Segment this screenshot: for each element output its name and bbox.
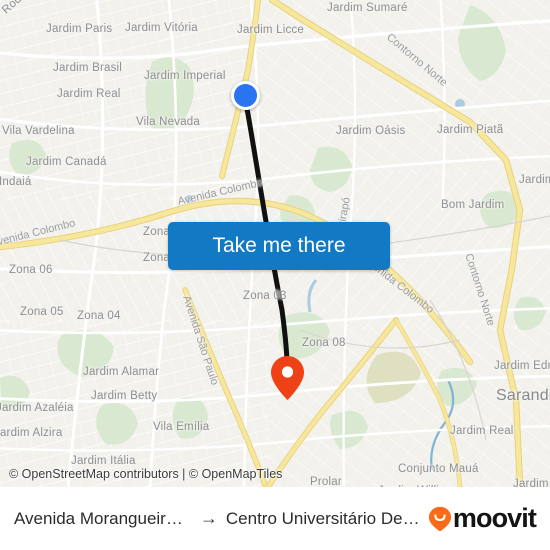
route-origin-label: Avenida Morangueira, ... [14,508,192,528]
map-attribution: © OpenStreetMap contributors | © OpenMap… [9,467,283,481]
route-summary[interactable]: Avenida Morangueira, ... → Centro Univer… [14,508,422,529]
route-destination-label: Centro Universitário De M... [225,508,422,528]
moovit-route-map-screen: Rodolfo CreninJardim ParisJardim Vitória… [0,0,550,550]
moovit-pin-icon [428,506,451,531]
arrow-right-icon: → [199,508,218,528]
bottom-bar: Avenida Morangueira, ... → Centro Univer… [0,487,550,550]
origin-marker[interactable] [231,81,260,110]
moovit-logo[interactable]: moovit [422,503,537,533]
map-pin-icon [271,356,304,400]
destination-marker[interactable] [270,355,305,401]
moovit-wordmark: moovit [452,503,537,533]
map-canvas[interactable]: Rodolfo CreninJardim ParisJardim Vitória… [0,0,550,487]
take-me-there-button[interactable]: Take me there [168,222,390,270]
